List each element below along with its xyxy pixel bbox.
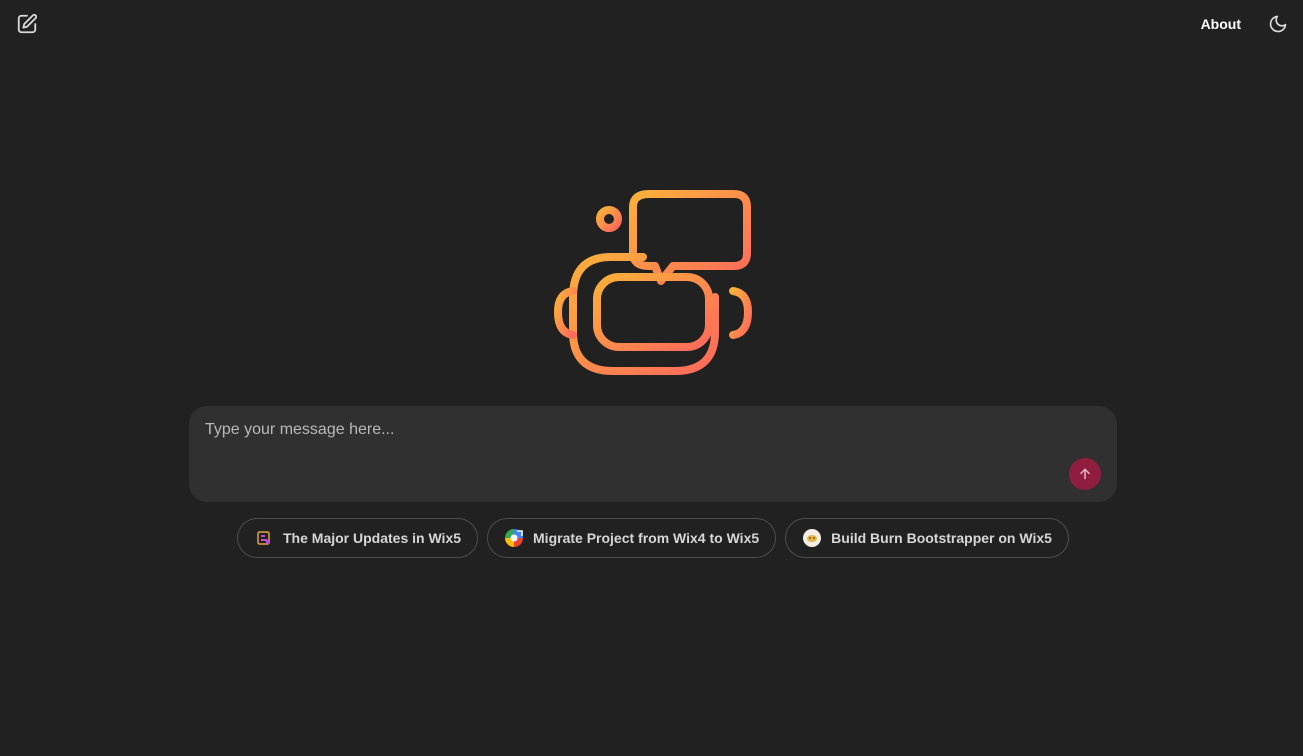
suggestion-chips: The Major Updates in Wix5 Migrate Projec…: [237, 518, 1069, 558]
wix5-icon: [254, 528, 274, 548]
suggestion-chip[interactable]: Migrate Project from Wix4 to Wix5: [487, 518, 777, 558]
send-button[interactable]: [1069, 458, 1101, 490]
new-chat-icon: [17, 13, 38, 34]
burn-icon: [802, 528, 822, 548]
arrow-up-icon: [1080, 468, 1090, 480]
suggestion-chip[interactable]: The Major Updates in Wix5: [237, 518, 479, 558]
message-input[interactable]: [205, 420, 1045, 480]
robot-chat-icon: [554, 190, 752, 375]
theme-toggle-button[interactable]: [1267, 13, 1289, 35]
chat-home-page: About Type your message here... The Majo…: [0, 0, 1303, 756]
suggestion-label: Build Burn Bootstrapper on Wix5: [831, 530, 1052, 546]
suggestion-chip[interactable]: Build Burn Bootstrapper on Wix5: [785, 518, 1069, 558]
top-nav: About: [1201, 11, 1289, 37]
migrate-icon: [504, 528, 524, 548]
suggestion-label: Migrate Project from Wix4 to Wix5: [533, 530, 760, 546]
moon-icon: [1269, 15, 1287, 33]
new-chat-button[interactable]: [14, 11, 40, 37]
message-composer: [189, 406, 1117, 502]
suggestion-label: The Major Updates in Wix5: [283, 530, 462, 546]
about-link[interactable]: About: [1201, 16, 1241, 32]
robot-chat-logo: [553, 187, 753, 377]
